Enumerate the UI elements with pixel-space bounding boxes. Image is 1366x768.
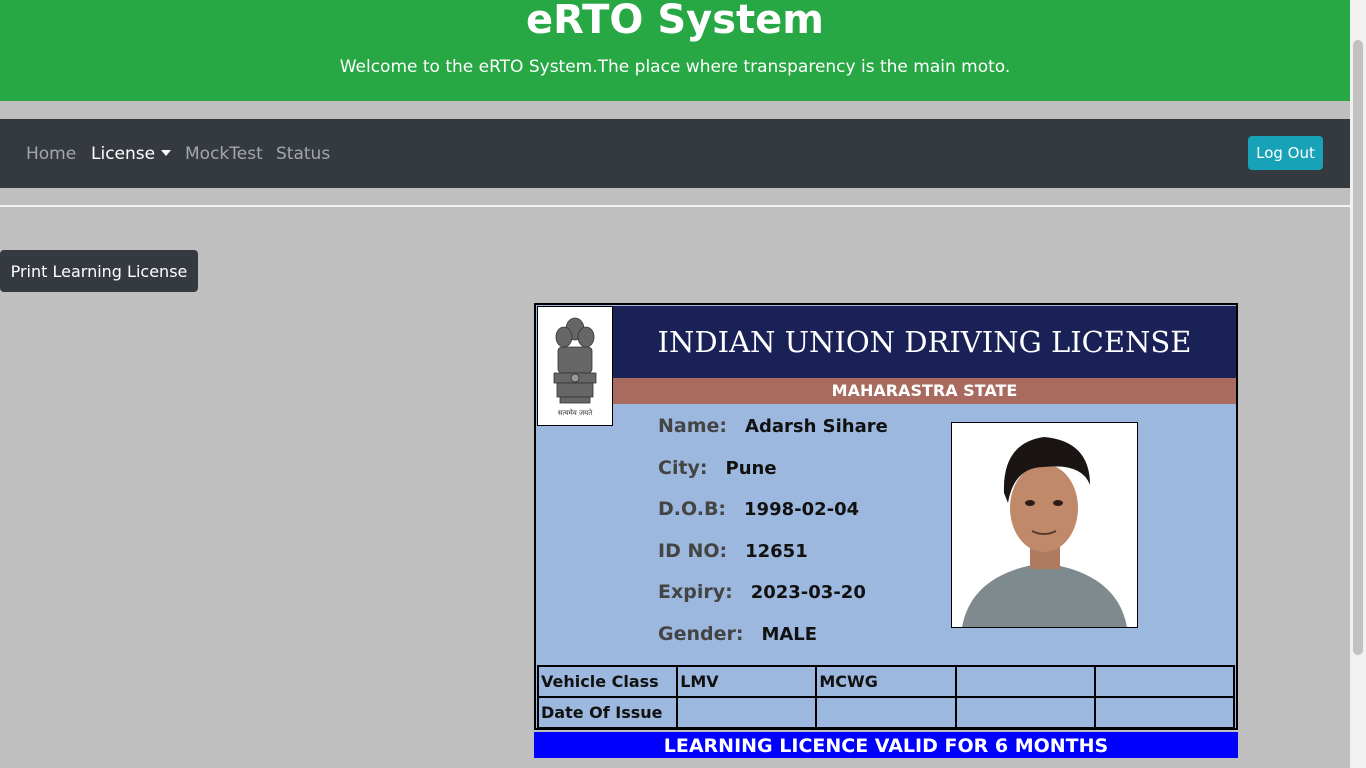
license-state: MAHARASTRA STATE xyxy=(613,378,1236,404)
table-cell: LMV xyxy=(676,665,818,698)
site-title: eRTO System xyxy=(526,0,824,43)
national-emblem-icon: सत्यमेव जयते xyxy=(537,306,613,426)
nav-status[interactable]: Status xyxy=(276,143,330,165)
field-value: Adarsh Sihare xyxy=(745,416,888,437)
license-validity-banner: LEARNING LICENCE VALID FOR 6 MONTHS xyxy=(534,732,1238,758)
field-expiry: Expiry: 2023-03-20 xyxy=(658,581,888,623)
field-label: D.O.B: xyxy=(658,498,727,521)
table-cell xyxy=(1093,696,1236,729)
field-value: 1998-02-04 xyxy=(744,499,860,521)
print-license-button[interactable]: Print Learning License xyxy=(0,250,198,292)
table-cell xyxy=(815,696,957,729)
table-cell: MCWG xyxy=(815,665,957,698)
table-row: Date Of Issue xyxy=(536,696,1236,729)
scrollbar[interactable] xyxy=(1350,0,1366,768)
field-name: Name: Adarsh Sihare xyxy=(658,415,888,457)
field-gender: Gender: MALE xyxy=(658,623,888,665)
table-cell xyxy=(676,696,818,729)
table-cell xyxy=(954,665,1096,698)
field-value: MALE xyxy=(761,623,818,645)
license-card: सत्यमेव जयते INDIAN UNION DRIVING LICENS… xyxy=(534,303,1238,730)
field-value: 2023-03-20 xyxy=(750,582,866,604)
site-header: eRTO System Welcome to the eRTO System.T… xyxy=(0,0,1350,101)
field-value: Pune xyxy=(725,457,777,479)
navbar: Home License MockTest Status Log Out xyxy=(0,119,1350,188)
field-label: Gender: xyxy=(658,622,744,645)
license-fields: Name: Adarsh Sihare City: Pune D.O.B: 1998-… xyxy=(658,415,888,665)
field-city: City: Pune xyxy=(658,457,888,499)
field-id: ID NO: 12651 xyxy=(658,540,888,582)
field-value: 12651 xyxy=(745,540,808,562)
table-cell xyxy=(1093,665,1236,698)
table-cell xyxy=(954,696,1096,729)
license-photo xyxy=(951,422,1138,628)
nav-home[interactable]: Home xyxy=(26,143,76,165)
table-row: Vehicle Class LMV MCWG xyxy=(536,665,1236,698)
divider xyxy=(0,205,1350,207)
field-label: Name: xyxy=(658,415,728,437)
scrollbar-thumb[interactable] xyxy=(1353,40,1363,655)
field-label: City: xyxy=(658,456,708,479)
logout-button[interactable]: Log Out xyxy=(1248,136,1323,170)
table-cell: Vehicle Class xyxy=(536,665,679,698)
nav-license-label: License xyxy=(91,144,156,164)
table-cell: Date Of Issue xyxy=(536,696,679,729)
field-label: Expiry: xyxy=(658,581,733,604)
site-subtitle: Welcome to the eRTO System.The place whe… xyxy=(339,57,1011,77)
nav-mocktest[interactable]: MockTest xyxy=(185,143,263,165)
field-dob: D.O.B: 1998-02-04 xyxy=(658,498,888,540)
nav-license-dropdown[interactable]: License xyxy=(91,143,172,165)
chevron-down-icon xyxy=(161,150,172,156)
vehicle-class-table: Vehicle Class LMV MCWG Date Of Issue xyxy=(536,665,1236,729)
emblem-motto: सत्यमेव जयते xyxy=(558,408,593,417)
license-banner: INDIAN UNION DRIVING LICENSE xyxy=(613,306,1236,378)
field-label: ID NO: xyxy=(658,539,728,562)
